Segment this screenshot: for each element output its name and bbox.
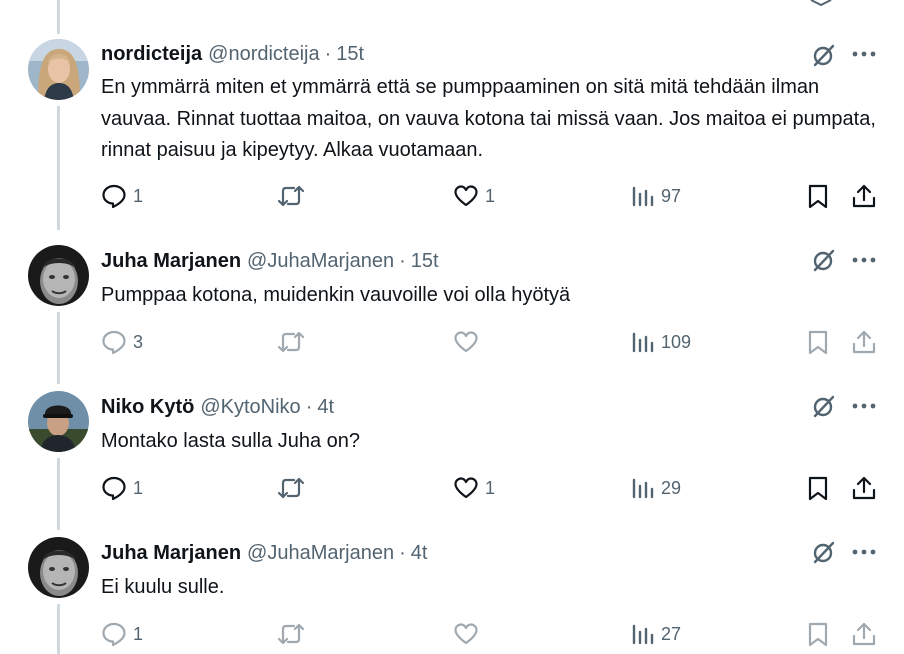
separator: · <box>305 395 313 418</box>
heart-icon <box>454 331 478 353</box>
more-icon[interactable] <box>851 547 877 557</box>
heart-icon <box>454 477 478 499</box>
repost-button[interactable] <box>277 329 311 355</box>
separator: · <box>399 541 406 564</box>
views-icon <box>632 186 654 207</box>
separator: · <box>324 42 332 65</box>
reply-count: 1 <box>133 477 144 498</box>
post-header: Juha Marjanen @JuhaMarjanen · 15t <box>101 248 439 274</box>
avatar[interactable] <box>28 245 89 306</box>
author-handle[interactable]: @KytoNiko <box>200 396 300 419</box>
more-icon[interactable] <box>851 401 877 411</box>
repost-button[interactable] <box>277 183 311 209</box>
views-count: 97 <box>661 185 682 206</box>
bookmark-icon[interactable] <box>806 183 830 209</box>
views-button[interactable]: 109 <box>631 329 691 355</box>
avatar[interactable] <box>28 39 89 100</box>
grok-icon[interactable] <box>810 43 836 69</box>
like-button[interactable] <box>453 621 485 647</box>
like-button[interactable] <box>453 329 485 355</box>
reply-icon <box>102 330 126 355</box>
bookmark-icon[interactable] <box>806 329 830 355</box>
repost-icon <box>277 623 305 645</box>
repost-icon <box>277 331 305 353</box>
action-bar: 1 1 97 <box>0 179 904 213</box>
author-name[interactable]: Niko Kytö <box>101 396 194 419</box>
post-text: Ei kuulu sulle. <box>101 576 225 598</box>
bookmark-icon[interactable] <box>806 475 830 501</box>
like-count: 1 <box>485 477 496 498</box>
reply-button[interactable]: 1 <box>101 183 143 209</box>
author-handle[interactable]: @JuhaMarjanen <box>247 542 394 565</box>
reply-count: 1 <box>133 623 144 644</box>
action-bar: 3 109 <box>0 325 904 359</box>
action-bar: 1 1 29 <box>0 471 904 505</box>
post-header: nordicteija @nordicteija · 15t <box>101 41 364 67</box>
more-icon[interactable] <box>851 49 877 59</box>
avatar[interactable] <box>28 537 89 598</box>
reply-button[interactable]: 1 <box>101 475 143 501</box>
views-button[interactable]: 97 <box>631 183 681 209</box>
reply-count: 3 <box>133 331 144 352</box>
grok-icon[interactable] <box>810 540 836 566</box>
views-icon <box>632 332 654 353</box>
grok-icon[interactable] <box>810 394 836 420</box>
more-icon[interactable] <box>851 255 877 265</box>
thread-line <box>57 0 60 34</box>
like-count: 1 <box>485 185 496 206</box>
views-button[interactable]: 29 <box>631 475 681 501</box>
views-icon <box>632 478 654 499</box>
timestamp[interactable]: 15t <box>336 43 364 66</box>
share-icon[interactable] <box>851 183 877 209</box>
repost-icon <box>277 185 305 207</box>
views-count: 27 <box>661 623 682 644</box>
reply-icon <box>102 184 126 209</box>
reply-button[interactable]: 3 <box>101 329 143 355</box>
author-handle[interactable]: @JuhaMarjanen <box>247 250 394 273</box>
like-button[interactable]: 1 <box>453 183 495 209</box>
author-handle[interactable]: @nordicteija <box>208 43 319 66</box>
timestamp[interactable]: 4t <box>411 542 428 565</box>
post-header: Juha Marjanen @JuhaMarjanen · 4t <box>101 540 427 566</box>
reply-icon <box>102 476 126 501</box>
action-bar: 1 27 <box>0 617 904 651</box>
views-button[interactable]: 27 <box>631 621 681 647</box>
views-icon <box>632 624 654 645</box>
timestamp[interactable]: 4t <box>317 396 334 419</box>
share-icon[interactable] <box>851 621 877 647</box>
partial-share-icon <box>810 0 832 6</box>
reply-button[interactable]: 1 <box>101 621 143 647</box>
separator: · <box>399 249 406 272</box>
grok-icon[interactable] <box>810 248 836 274</box>
bookmark-icon[interactable] <box>806 621 830 647</box>
author-name[interactable]: Juha Marjanen <box>101 542 241 565</box>
share-icon[interactable] <box>851 329 877 355</box>
post-text: Montako lasta sulla Juha on? <box>101 430 361 452</box>
repost-icon <box>277 477 305 499</box>
views-count: 29 <box>661 477 682 498</box>
heart-icon <box>454 185 478 207</box>
avatar[interactable] <box>28 391 89 452</box>
reply-count: 1 <box>133 185 144 206</box>
author-name[interactable]: Juha Marjanen <box>101 250 241 273</box>
heart-icon <box>454 623 478 645</box>
author-name[interactable]: nordicteija <box>101 43 202 66</box>
views-count: 109 <box>661 331 692 352</box>
timestamp[interactable]: 15t <box>411 250 439 273</box>
post-text: En ymmärrä miten et ymmärrä että se pump… <box>101 76 876 161</box>
post-header: Niko Kytö @KytoNiko · 4t <box>101 394 334 420</box>
like-button[interactable]: 1 <box>453 475 495 501</box>
repost-button[interactable] <box>277 475 311 501</box>
repost-button[interactable] <box>277 621 311 647</box>
reply-icon <box>102 622 126 647</box>
post-text: Pumppaa kotona, muidenkin vauvoille voi … <box>101 284 571 306</box>
share-icon[interactable] <box>851 475 877 501</box>
